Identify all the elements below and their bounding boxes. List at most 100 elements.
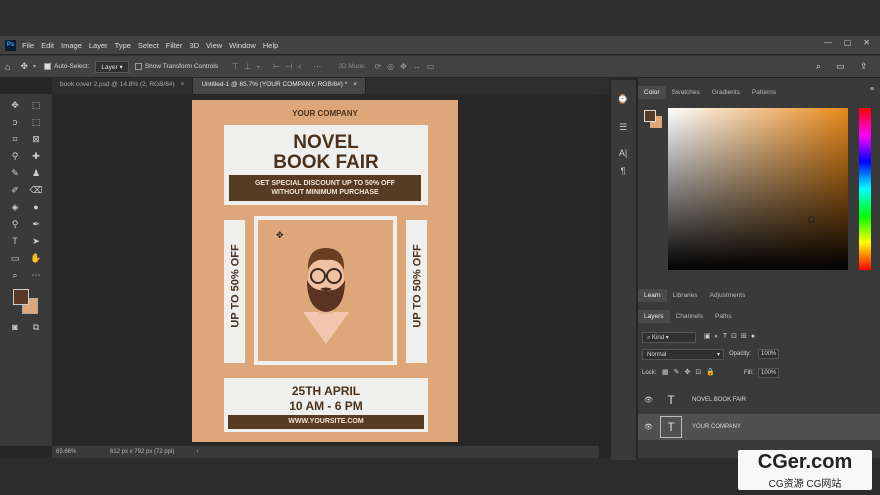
auto-select-checkbox[interactable] (44, 63, 51, 70)
document-size: 612 px x 792 px (72 ppi) (110, 449, 175, 455)
color-picker-cursor[interactable] (808, 216, 815, 223)
menu-filter[interactable]: Filter (166, 41, 183, 50)
close-tab-icon[interactable]: × (353, 81, 357, 88)
close-tab-icon[interactable]: × (181, 81, 185, 88)
workspace-icon[interactable]: ▭ (836, 61, 845, 72)
tab-learn[interactable]: Learn (638, 289, 667, 302)
discount-banner: GET SPECIAL DISCOUNT UP TO 50% OFF WITHO… (229, 175, 421, 201)
tab-adjustments[interactable]: Adjustments (704, 289, 752, 302)
menu-view[interactable]: View (206, 41, 222, 50)
home-icon[interactable]: ⌂ (5, 62, 10, 72)
blur-tool-icon[interactable]: ● (29, 200, 43, 214)
layer-filter-icons[interactable]: ▣◐T⊡⊞● (704, 332, 759, 340)
history-brush-icon[interactable]: ✐ (8, 183, 22, 197)
tab-color[interactable]: Color (638, 86, 666, 99)
document-canvas[interactable]: YOUR COMPANY NOVEL BOOK FAIR GET SPECIAL… (192, 100, 458, 442)
show-transform-checkbox[interactable] (134, 63, 142, 70)
side-text-right: UP TO 50% OFF (411, 244, 424, 328)
tab-channels[interactable]: Channels (670, 310, 709, 323)
layer-filter-dropdown[interactable]: ⌕ Kind ▾ (642, 332, 696, 343)
healing-brush-icon[interactable]: ✚ (29, 149, 43, 163)
chevron-down-icon[interactable]: ▾ (33, 63, 36, 70)
more-tools-icon[interactable]: ⋯ (29, 268, 43, 282)
pen-tool-icon[interactable]: ✒ (29, 217, 43, 231)
frame-tool-icon[interactable]: ⊠ (29, 132, 43, 146)
rectangle-tool-icon[interactable]: ▭ (8, 251, 22, 265)
color-picker-field[interactable] (668, 108, 848, 270)
blend-mode-dropdown[interactable]: Normal ▾ (642, 349, 724, 360)
path-select-icon[interactable]: ➤ (29, 234, 43, 248)
opacity-input[interactable]: 100% (758, 349, 780, 359)
search-icon[interactable]: ⌕ (816, 61, 821, 72)
menu-image[interactable]: Image (61, 41, 82, 50)
bearded-man-illustration (303, 248, 349, 344)
share-icon[interactable]: ⇪ (860, 61, 868, 72)
layer-row-your-company[interactable]: 👁 T YOUR COMPANY (638, 414, 880, 440)
move-tool-icon[interactable]: ✥ (20, 61, 28, 72)
stamp-tool-icon[interactable]: ♟ (29, 166, 43, 180)
history-panel-icon[interactable]: ⌚ (616, 92, 630, 106)
visibility-eye-icon[interactable]: 👁 (644, 423, 653, 431)
layers-panel-tabs: Layers Channels Paths (638, 310, 738, 323)
hand-tool-icon[interactable]: ✋ (29, 251, 43, 265)
menu-type[interactable]: Type (115, 41, 131, 50)
menu-file[interactable]: File (22, 41, 34, 50)
crop-tool-icon[interactable]: ⌗ (8, 132, 22, 146)
dodge-tool-icon[interactable]: ⚲ (8, 217, 22, 231)
panel-menu-icon[interactable]: ≡ (870, 86, 874, 93)
event-date: 25TH APRIL (291, 384, 361, 398)
text-layer-icon: T (660, 416, 682, 438)
auto-select-dropdown[interactable]: Layer ▾ (95, 60, 129, 73)
layer-row-novel-book-fair[interactable]: 👁 T NOVEL BOOK FAIR (638, 387, 880, 413)
tab-gradients[interactable]: Gradients (706, 86, 746, 99)
visibility-eye-icon[interactable]: 👁 (644, 396, 653, 404)
foreground-color-swatch[interactable] (13, 289, 29, 305)
brush-tool-icon[interactable]: ✎ (8, 166, 22, 180)
website-banner: WWW.YOURSITE.COM (228, 415, 424, 429)
menu-select[interactable]: Select (138, 41, 159, 50)
window-controls: — ▢ ✕ (824, 38, 870, 47)
align-icons[interactable]: ⊤⊥⫟ ⊢⊣⫞ ⋯ (232, 62, 326, 72)
move-tool-icon[interactable]: ✥ (8, 98, 22, 112)
document-tabs: book cover 2.psd @ 14.8% (2, RGB/8#) × Un… (52, 78, 609, 94)
properties-panel-icon[interactable]: ☰ (616, 120, 630, 134)
lock-icons[interactable]: ▦✎✥⊡🔒 (662, 368, 720, 376)
character-panel-icon[interactable]: A| (616, 146, 630, 160)
side-panel-left: UP TO 50% OFF (224, 220, 245, 363)
screen-mode-icon[interactable]: ⧉ (29, 320, 43, 334)
menu-layer[interactable]: Layer (89, 41, 108, 50)
tab-libraries[interactable]: Libraries (667, 289, 704, 302)
menu-help[interactable]: Help (263, 41, 278, 50)
close-icon[interactable]: ✕ (863, 38, 870, 47)
minimize-icon[interactable]: — (824, 38, 832, 47)
type-tool-icon[interactable]: T (8, 234, 22, 248)
zoom-tool-icon[interactable]: ⌕ (8, 268, 22, 282)
color-panel-tabs: Color Swatches Gradients Patterns (638, 86, 782, 99)
tab-patterns[interactable]: Patterns (746, 86, 782, 99)
tab-paths[interactable]: Paths (709, 310, 738, 323)
3d-tools-icons[interactable]: ⟳◎✥↔▭ (374, 62, 440, 71)
title-line-2: BOOK FAIR (273, 152, 379, 173)
tab-swatches[interactable]: Swatches (666, 86, 706, 99)
tab-layers[interactable]: Layers (638, 310, 670, 323)
lasso-tool-icon[interactable]: ↄ (8, 115, 22, 129)
marquee-tool-icon[interactable]: ⬚ (29, 98, 43, 112)
quick-mask-icon[interactable]: ◙ (8, 320, 22, 334)
paint-bucket-icon[interactable]: ◈ (8, 200, 22, 214)
menu-window[interactable]: Window (229, 41, 256, 50)
eraser-icon[interactable]: ⌫ (29, 183, 43, 197)
hue-slider[interactable] (859, 108, 871, 270)
color-panel-foreground-swatch[interactable] (644, 110, 656, 122)
tab-book-cover[interactable]: book cover 2.psd @ 14.8% (2, RGB/8#) × (52, 78, 194, 94)
zoom-level[interactable]: 65.66% (56, 449, 104, 455)
fill-input[interactable]: 100% (758, 368, 780, 378)
status-arrow-icon[interactable]: › (196, 449, 198, 455)
object-select-icon[interactable]: ⬚ (29, 115, 43, 129)
maximize-icon[interactable]: ▢ (844, 38, 852, 47)
paragraph-panel-icon[interactable]: ¶ (616, 164, 630, 178)
menu-edit[interactable]: Edit (41, 41, 54, 50)
show-transform-label: Show Transform Controls (144, 63, 219, 70)
eyedropper-icon[interactable]: ⚲ (8, 149, 22, 163)
tab-untitled-1[interactable]: Untitled-1 @ 65.7% (YOUR COMPANY, RGB/8#… (193, 78, 367, 94)
menu-3d[interactable]: 3D (189, 41, 199, 50)
